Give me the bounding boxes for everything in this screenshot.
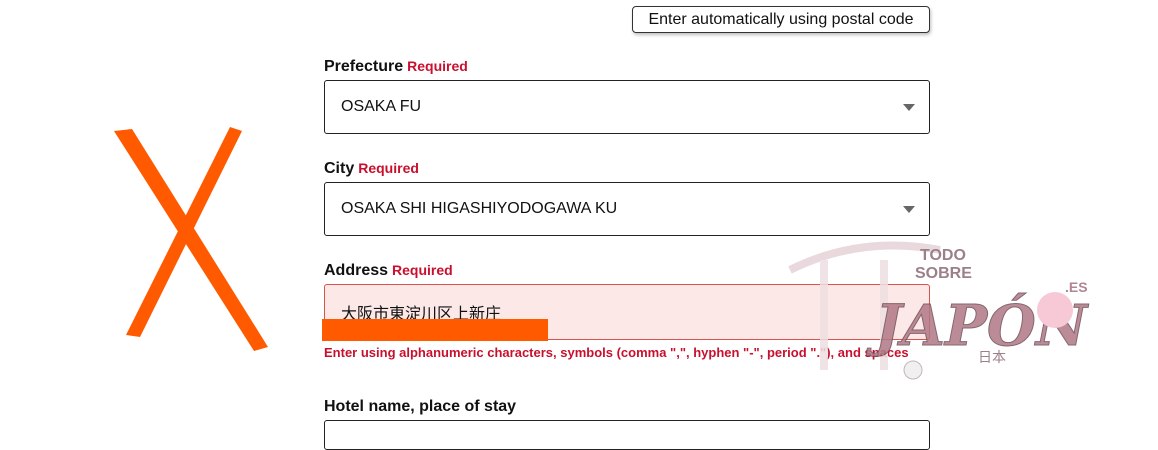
prefecture-select[interactable]: OSAKA FU: [324, 80, 930, 134]
prefecture-label-text: Prefecture: [324, 58, 404, 75]
logo-es-text: .ES: [1065, 279, 1088, 295]
chevron-down-icon: [903, 104, 915, 111]
postal-code-autofill-button[interactable]: Enter automatically using postal code: [632, 6, 930, 33]
required-badge: Required: [358, 160, 419, 176]
hotel-label-text: Hotel name, place of stay: [324, 398, 517, 415]
logo-sobre-text: SOBRE: [915, 265, 972, 282]
required-badge: Required: [407, 58, 468, 74]
cross-mark-icon: [114, 127, 268, 351]
prefecture-label: Prefecture Required: [324, 58, 468, 76]
logo-todo-text: TODO: [920, 247, 966, 264]
city-label: City Required: [324, 160, 419, 178]
logo-kanji-text: 日本: [978, 350, 1006, 366]
todo-sobre-japon-logo: TODO SOBRE JAPÓN .ES 日本: [788, 241, 1089, 380]
city-select[interactable]: OSAKA SHI HIGASHIYODOGAWA KU: [324, 182, 930, 236]
orange-highlight-bar: [322, 319, 548, 341]
city-label-text: City: [324, 160, 355, 177]
required-badge: Required: [392, 262, 453, 278]
chevron-down-icon: [903, 206, 915, 213]
cat-mascot-icon: [1037, 292, 1073, 328]
address-label: Address Required: [324, 262, 453, 280]
city-value: OSAKA SHI HIGASHIYODOGAWA KU: [341, 200, 618, 217]
address-label-text: Address: [324, 262, 389, 279]
hotel-label: Hotel name, place of stay: [324, 398, 516, 416]
onigiri-icon: [903, 360, 923, 380]
prefecture-value: OSAKA FU: [341, 98, 422, 115]
